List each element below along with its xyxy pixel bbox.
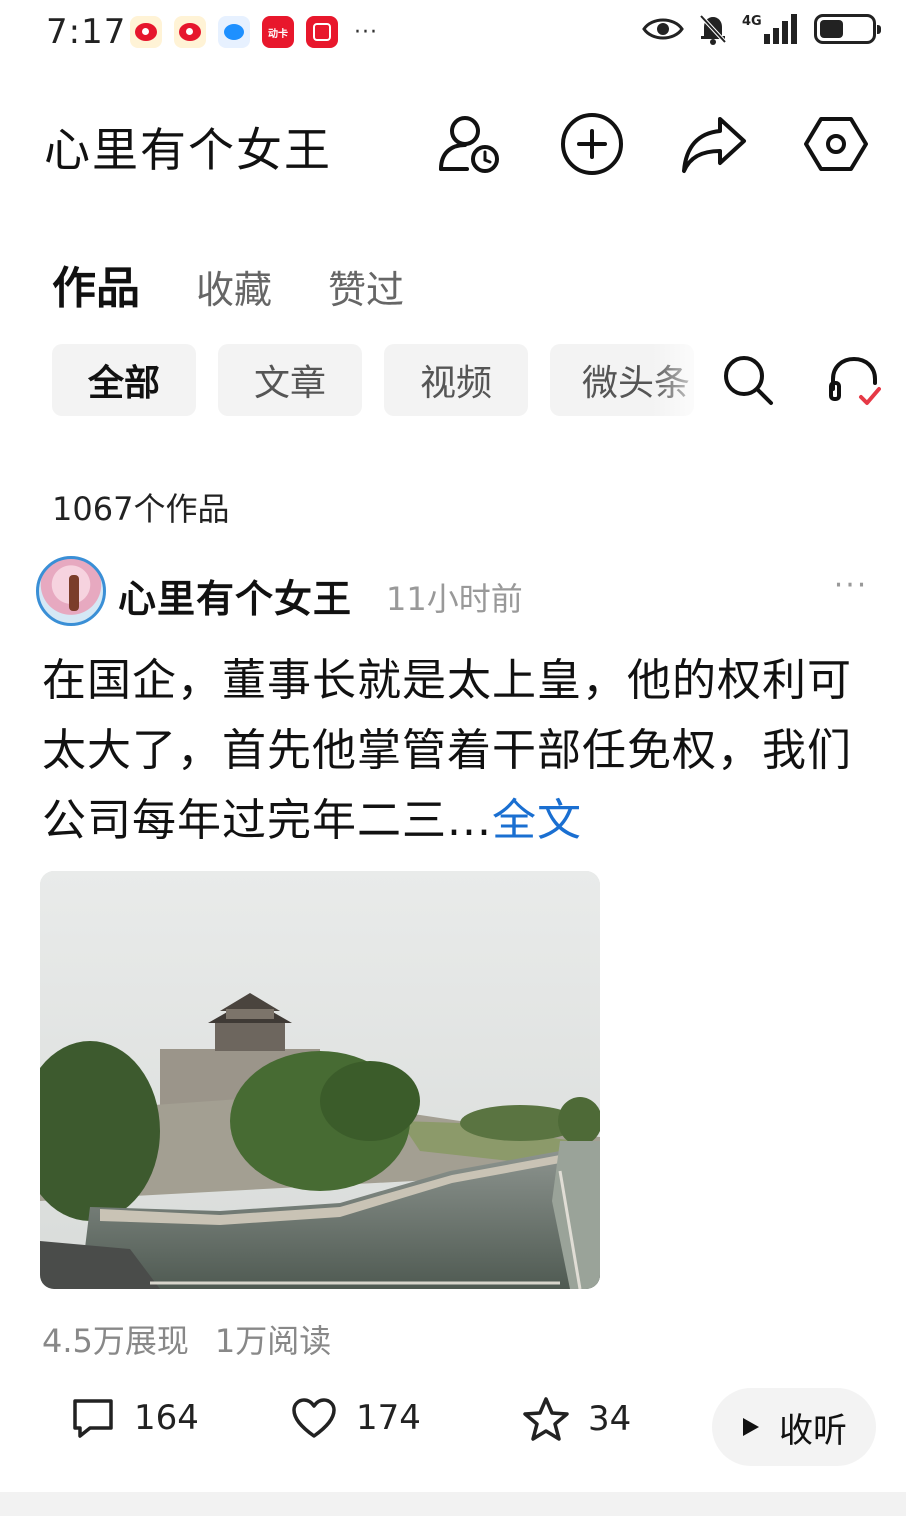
post-time: 11小时前 xyxy=(386,580,523,618)
feed-divider xyxy=(0,1492,906,1516)
comment-button[interactable]: 164 xyxy=(70,1396,199,1440)
works-count: 1067个作品 xyxy=(52,490,230,528)
share-icon xyxy=(682,117,746,173)
system-icons: 4G xyxy=(642,12,881,46)
share-button[interactable] xyxy=(678,108,750,180)
filter-chips: 全部 文章 视频 微头条 xyxy=(52,344,906,418)
headset-icon xyxy=(829,356,881,405)
city-wall-moat-photo xyxy=(40,871,600,1289)
battery-icon xyxy=(814,14,881,44)
header-actions xyxy=(434,108,872,180)
status-time: 7:17 xyxy=(46,12,127,52)
more-options-icon[interactable]: ··· xyxy=(826,571,876,606)
mute-bell-icon xyxy=(699,14,727,45)
tab-liked[interactable]: 赞过 xyxy=(328,259,404,314)
listen-label: 收听 xyxy=(779,1410,847,1451)
add-circle-icon xyxy=(561,113,623,175)
search-button[interactable] xyxy=(716,348,780,412)
settings-button[interactable] xyxy=(800,108,872,180)
favorite-button[interactable]: 34 xyxy=(522,1396,631,1442)
search-icon xyxy=(724,356,773,405)
content-tabs: 作品 收藏 赞过 xyxy=(52,252,404,316)
listen-button[interactable]: 收听 xyxy=(712,1388,876,1466)
user-history-icon xyxy=(439,116,499,173)
favorite-count: 34 xyxy=(588,1399,632,1439)
profile-header: 心里有个女王 xyxy=(0,100,906,190)
post-body[interactable]: 在国企，董事长就是太上皇，他的权利可太大了，首先他掌管着干部任免权，我们公司每年… xyxy=(42,646,872,856)
more-notifications-icon: ··· xyxy=(354,19,378,45)
notification-icons: 动卡 ··· xyxy=(130,16,378,48)
eye-icon xyxy=(642,18,684,40)
filter-all[interactable]: 全部 xyxy=(52,344,196,416)
listen-mode-button[interactable] xyxy=(822,348,886,412)
reads-count: 1万阅读 xyxy=(214,1322,332,1360)
filter-articles[interactable]: 文章 xyxy=(218,344,362,416)
svg-text:4G: 4G xyxy=(742,14,762,29)
like-count: 174 xyxy=(356,1398,421,1438)
post-image[interactable] xyxy=(40,871,600,1289)
star-icon xyxy=(523,1397,569,1441)
like-button[interactable]: 174 xyxy=(290,1396,421,1440)
weibo-icon xyxy=(174,16,206,48)
post-text: 在国企，董事长就是太上皇，他的权利可太大了，首先他掌管着干部任免权，我们公司每年… xyxy=(42,655,852,846)
signal-icon: 4G xyxy=(742,14,797,44)
play-icon xyxy=(743,1418,759,1436)
visit-history-button[interactable] xyxy=(434,108,506,180)
read-more-link[interactable]: 全文 xyxy=(492,795,582,846)
shopping-app-icon xyxy=(306,16,338,48)
weibo-icon xyxy=(130,16,162,48)
avatar[interactable] xyxy=(36,556,106,626)
page-title: 心里有个女王 xyxy=(44,123,332,177)
impressions-count: 4.5万展现 xyxy=(42,1322,189,1360)
message-app-icon xyxy=(218,16,250,48)
comment-icon xyxy=(73,1399,113,1438)
status-bar: 7:17 动卡 ··· 4G xyxy=(0,0,906,64)
settings-icon xyxy=(804,117,868,171)
tab-works[interactable]: 作品 xyxy=(52,252,140,316)
add-button[interactable] xyxy=(556,108,628,180)
post-author[interactable]: 心里有个女王 xyxy=(118,568,352,623)
post-actions: 164 174 34 收听 xyxy=(0,1386,906,1470)
dongka-app-icon: 动卡 xyxy=(262,16,294,48)
comment-count: 164 xyxy=(134,1398,199,1438)
filter-videos[interactable]: 视频 xyxy=(384,344,528,416)
heart-icon xyxy=(292,1398,336,1438)
tab-favorites[interactable]: 收藏 xyxy=(196,259,272,314)
post-header: 心里有个女王 11小时前 ··· xyxy=(36,556,876,630)
post-stats: 4.5万展现 1万阅读 xyxy=(42,1316,331,1362)
